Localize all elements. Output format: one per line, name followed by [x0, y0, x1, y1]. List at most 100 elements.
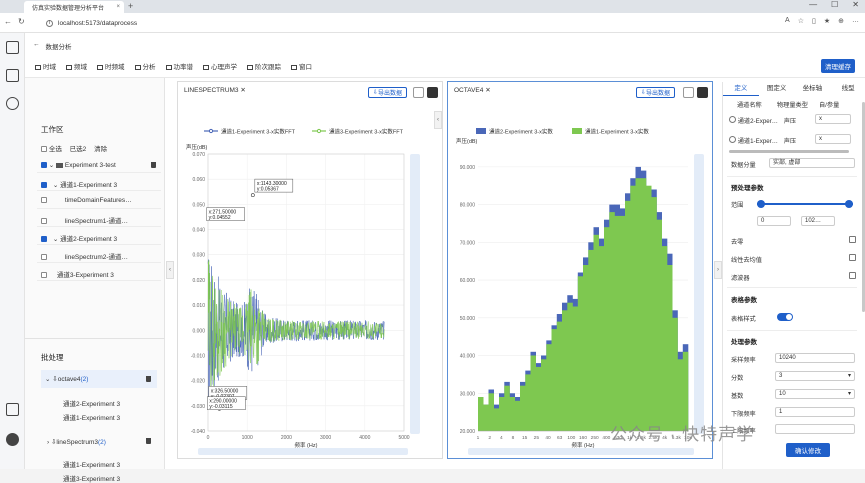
table-style-toggle[interactable]	[777, 313, 793, 321]
cloud-icon[interactable]	[6, 433, 19, 446]
minimize-icon[interactable]: —	[809, 0, 817, 9]
slider-min-handle[interactable]	[757, 200, 765, 208]
close-icon[interactable]: ✕	[240, 87, 245, 94]
toolbar-analysis[interactable]: 分析	[134, 61, 156, 71]
tree-checkbox[interactable]	[41, 197, 47, 203]
tree-label: 通道2-Experiment 3	[60, 236, 118, 243]
close-icon[interactable]: ✕	[485, 87, 490, 94]
range-max-input[interactable]: 102…	[801, 216, 835, 226]
trash-icon[interactable]	[146, 438, 151, 444]
trash-icon[interactable]	[146, 376, 151, 382]
toolbar-time-domain[interactable]: 时域	[35, 61, 56, 71]
toolbar-psychoacoustics[interactable]: 心理声学	[203, 61, 237, 71]
channel-row[interactable]: 通道1-Exper… 声压	[729, 136, 796, 145]
select-all-checkbox[interactable]	[41, 146, 47, 152]
channel-axis-input[interactable]: x	[815, 134, 851, 144]
channel-axis-input[interactable]: x	[815, 114, 851, 124]
tree-checkbox[interactable]	[41, 218, 47, 224]
analysis-icon[interactable]	[6, 69, 19, 82]
toolbar-window[interactable]: 窗口	[291, 61, 312, 71]
url-field[interactable]: i localhost:5173/dataprocess	[46, 17, 746, 29]
legend-entry: 通道3-Experiment 3-x实数FFT	[329, 128, 404, 136]
base-select[interactable]: 10 ▾	[775, 389, 855, 399]
tree-item[interactable]: lineSpectrum2-通道…	[41, 251, 128, 261]
browser-tab[interactable]: 仿真实验数据管理分析平台 ×	[24, 1, 124, 13]
tree-item[interactable]: 通道3-Experiment 3	[41, 269, 114, 279]
range-min-input[interactable]: 0	[757, 216, 791, 226]
maximize-icon[interactable]: ☐	[831, 0, 838, 9]
tab-octave4[interactable]: OCTAVE4 ✕	[454, 86, 491, 94]
tree-item[interactable]: ⌄ 通道1-Experiment 3	[41, 179, 117, 189]
batch-item[interactable]: 通道3-Experiment 3	[63, 473, 120, 483]
tab-chart-definition[interactable]: 图定义	[759, 82, 795, 96]
settings-icon[interactable]	[6, 97, 19, 110]
watermark: 公众号 · 快特声学	[610, 425, 755, 444]
select-all-label[interactable]: 全选	[49, 146, 62, 153]
lower-freq-input[interactable]: 1	[775, 407, 855, 417]
confirm-button[interactable]: 确认修改	[786, 443, 830, 457]
batch-item[interactable]: 通道2-Experiment 3	[63, 398, 120, 408]
bar	[588, 249, 594, 431]
new-tab-icon[interactable]: +	[128, 1, 133, 11]
more-icon[interactable]: …	[852, 17, 859, 25]
horizontal-scrollbar[interactable]	[729, 150, 849, 153]
collapse-panel-icon[interactable]: ‹	[434, 111, 442, 129]
back-arrow-icon[interactable]: ←	[33, 41, 40, 51]
trash-icon[interactable]	[151, 162, 156, 168]
close-tab-icon[interactable]: ×	[116, 4, 120, 10]
tree-item[interactable]: ⌄ Experiment 3-test	[41, 161, 116, 169]
batch-group-octave4[interactable]: ⌄ ⇩ octave4 (2)	[41, 370, 157, 388]
close-window-icon[interactable]: ✕	[852, 0, 859, 9]
tab-axes[interactable]: 坐标轴	[795, 82, 831, 96]
tab-line-style[interactable]: 线型	[830, 82, 865, 96]
toolbar-power-spectrum[interactable]: 功率谱	[165, 61, 193, 71]
tree-item[interactable]: lineSpectrum1-通道…	[41, 215, 128, 225]
reload-icon[interactable]: ↻	[18, 17, 25, 26]
sample-rate-input[interactable]: 10240	[775, 353, 855, 363]
favorites-icon[interactable]: ★	[824, 17, 830, 25]
data-icon[interactable]	[6, 41, 19, 54]
tree-checkbox[interactable]	[41, 272, 47, 278]
x-axis-label: 频率 (Hz)	[572, 441, 595, 449]
legend-entry: 通道1-Experiment 3-x实数FFT	[221, 128, 296, 136]
bar	[567, 302, 573, 431]
tree-checkbox[interactable]	[41, 254, 47, 260]
batch-item[interactable]: 通道1-Experiment 3	[63, 412, 120, 422]
divider	[727, 330, 857, 331]
batch-item[interactable]: 通道1-Experiment 3	[63, 459, 120, 469]
channel-row[interactable]: 通道2-Exper… 声压	[729, 116, 796, 125]
fraction-select[interactable]: 3 ▾	[775, 371, 855, 381]
detrend-checkbox[interactable]	[849, 254, 856, 261]
favorite-icon[interactable]: ☆	[798, 17, 804, 25]
zero-checkbox[interactable]	[849, 236, 856, 243]
read-aloud-icon[interactable]: A	[785, 17, 790, 25]
clear-selection-link[interactable]: 清除	[94, 146, 107, 153]
tab-definition[interactable]: 定义	[723, 82, 759, 96]
tree-checkbox[interactable]	[41, 236, 47, 242]
back-icon[interactable]: ←	[4, 17, 12, 26]
x-tick-label: 25	[534, 435, 540, 441]
tree-item[interactable]: ⌄ 通道2-Experiment 3	[41, 233, 117, 243]
toolbar-frequency-domain[interactable]: 频域	[66, 61, 87, 71]
clipboard-icon[interactable]	[6, 403, 19, 416]
data-component-select[interactable]: 实部, 虚部	[769, 158, 855, 168]
upper-freq-input[interactable]	[775, 424, 855, 434]
tree-checkbox[interactable]	[41, 182, 47, 188]
slider-max-handle[interactable]	[845, 200, 853, 208]
range-slider[interactable]	[757, 200, 853, 210]
filter-checkbox[interactable]	[849, 272, 856, 279]
tree-item[interactable]: timeDomainFeatures…	[41, 197, 132, 204]
toolbar-order-tracking[interactable]: 阶次跟踪	[247, 61, 281, 71]
clear-cache-button[interactable]: 清理缓存	[821, 59, 855, 73]
split-icon[interactable]: ▯	[812, 17, 816, 25]
bar	[661, 246, 668, 431]
collapse-right-icon[interactable]: ›	[714, 261, 722, 279]
tree-checkbox[interactable]	[41, 162, 47, 168]
batch-group-linespectrum3[interactable]: › ⇩lineSpectrum3(2)	[47, 438, 106, 446]
tab-linespectrum3[interactable]: LINESPECTRUM3 ✕	[184, 86, 246, 94]
y-tick-label: 0.040	[192, 228, 205, 234]
toolbar-time-frequency[interactable]: 时频域	[97, 61, 125, 71]
info-icon[interactable]: i	[46, 19, 53, 27]
extensions-icon[interactable]: ⊕	[838, 17, 844, 25]
collapse-left-icon[interactable]: ‹	[166, 261, 174, 279]
